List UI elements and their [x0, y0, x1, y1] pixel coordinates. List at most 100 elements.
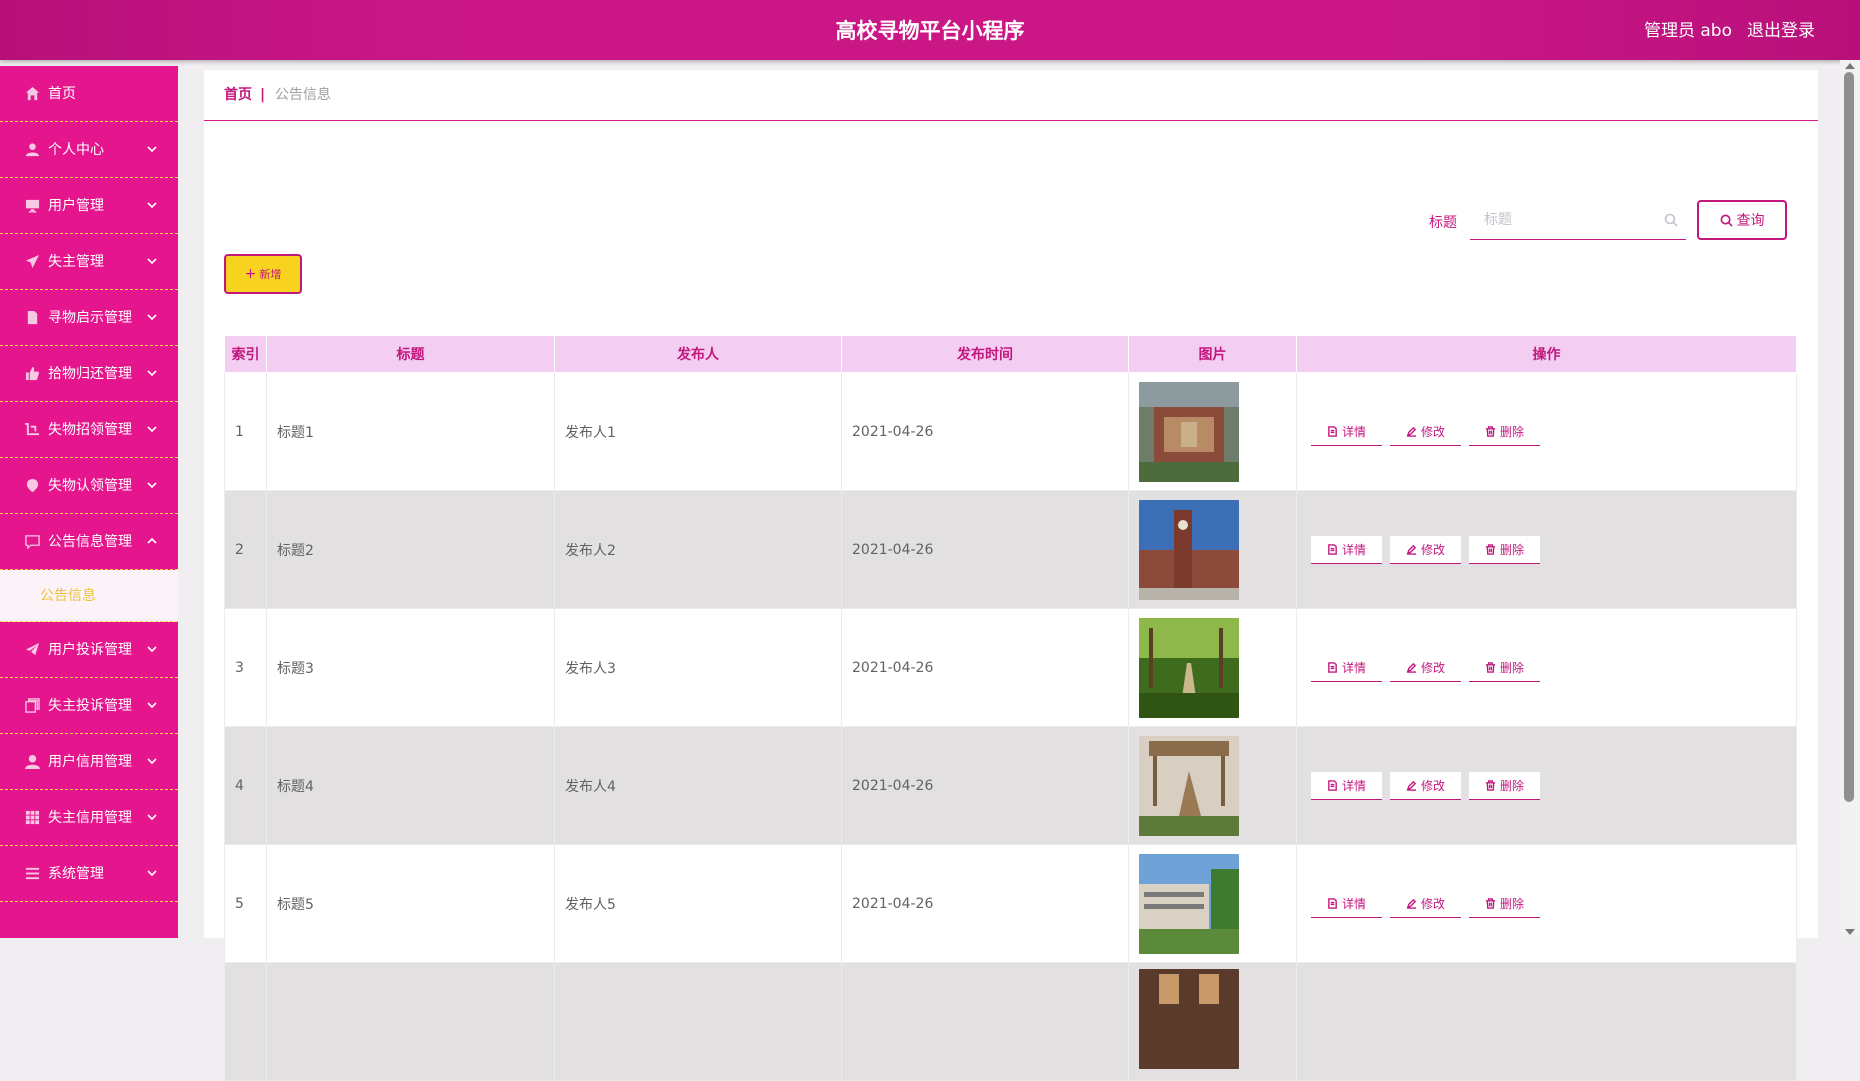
trash-icon [1485, 543, 1496, 555]
delete-button[interactable]: 删除 [1469, 417, 1540, 446]
sidebar-item-claim[interactable]: 失物认领管理 [0, 458, 178, 514]
breadcrumb-separator: | [260, 87, 266, 103]
cell-time: 2021-04-26 [841, 726, 1129, 845]
cell-publisher [554, 962, 842, 1081]
delete-button[interactable]: 删除 [1469, 771, 1540, 800]
delete-label: 删除 [1499, 896, 1524, 911]
detail-button[interactable]: 详情 [1311, 771, 1382, 800]
edit-label: 修改 [1420, 542, 1445, 557]
table-row: 3 标题3 发布人3 2021-04-26 详情 修改 删除 [224, 608, 1797, 727]
delete-button[interactable]: 删除 [1469, 535, 1540, 564]
logout-link[interactable]: 退出登录 [1747, 0, 1815, 62]
sidebar-item-label: 个人中心 [48, 142, 104, 158]
scroll-up-arrow-icon[interactable] [1845, 63, 1855, 69]
search-input[interactable] [1470, 200, 1666, 240]
add-button-label: 新增 [259, 268, 282, 281]
page-scrollbar[interactable] [1840, 60, 1860, 938]
delete-label: 删除 [1499, 660, 1524, 675]
column-header-actions: 操作 [1296, 335, 1797, 373]
table-row: 2 标题2 发布人2 2021-04-26 详情 修改 删除 [224, 490, 1797, 609]
sidebar-item-system[interactable]: 系统管理 [0, 846, 178, 902]
grid-icon [24, 809, 40, 825]
edit-label: 修改 [1420, 778, 1445, 793]
column-header-index: 索引 [224, 335, 267, 373]
cell-actions: 详情 修改 删除 [1296, 726, 1797, 845]
cell-index: 3 [224, 608, 267, 727]
current-user: 管理员 abo [1643, 21, 1732, 41]
sidebar-item-personal[interactable]: 个人中心 [0, 122, 178, 178]
sidebar-item-owner-credit[interactable]: 失主信用管理 [0, 790, 178, 846]
notice-table: 索引 标题 发布人 发布时间 图片 操作 1 标题1 发布人1 2021-04-… [224, 335, 1797, 1081]
sidebar-item-lost-notice[interactable]: 寻物启示管理 [0, 290, 178, 346]
edit-button[interactable]: 修改 [1390, 889, 1461, 918]
main-panel: 首页 | 公告信息 标题 查询 + 新增 索引 标题 [204, 70, 1818, 1081]
document-icon [1328, 543, 1337, 555]
chevron-down-icon [146, 811, 158, 823]
edit-button[interactable]: 修改 [1390, 535, 1461, 564]
sidebar-subitem-notice[interactable]: 公告信息 [0, 570, 178, 622]
sidebar-item-users[interactable]: 用户管理 [0, 178, 178, 234]
sidebar-item-label: 失主管理 [48, 254, 104, 270]
cell-index: 2 [224, 490, 267, 609]
thumbnail-building[interactable] [1139, 853, 1239, 954]
delete-button[interactable]: 删除 [1469, 653, 1540, 682]
cell-publisher: 发布人3 [554, 608, 842, 727]
thumbnail-interior[interactable] [1139, 969, 1239, 1069]
scroll-down-arrow-icon[interactable] [1845, 929, 1855, 935]
chevron-down-icon [146, 699, 158, 711]
thumbnail-campus-aerial[interactable] [1139, 381, 1239, 482]
add-button[interactable]: + 新增 [224, 254, 302, 294]
detail-button[interactable]: 详情 [1311, 535, 1382, 564]
table-row: 4 标题4 发布人4 2021-04-26 详情 修改 删除 [224, 726, 1797, 845]
breadcrumb-home[interactable]: 首页 [224, 70, 252, 120]
thumbnail-sculpture[interactable] [1139, 735, 1239, 836]
scrollbar-thumb[interactable] [1844, 72, 1854, 802]
detail-button[interactable]: 详情 [1311, 889, 1382, 918]
table-header-row: 索引 标题 发布人 发布时间 图片 操作 [224, 335, 1797, 373]
list-icon [24, 865, 40, 881]
sidebar-item-owners[interactable]: 失主管理 [0, 234, 178, 290]
column-header-publisher: 发布人 [554, 335, 842, 373]
cell-image [1128, 844, 1297, 963]
edit-button[interactable]: 修改 [1390, 771, 1461, 800]
crop-icon [24, 421, 40, 437]
cell-index: 4 [224, 726, 267, 845]
thumbnail-clock-tower[interactable] [1139, 499, 1239, 600]
sidebar-item-user-complaints[interactable]: 用户投诉管理 [0, 622, 178, 678]
chevron-down-icon [146, 143, 158, 155]
trash-icon [1485, 779, 1496, 791]
trash-icon [1485, 425, 1496, 437]
cell-publisher: 发布人2 [554, 490, 842, 609]
edit-button[interactable]: 修改 [1390, 417, 1461, 446]
detail-button[interactable]: 详情 [1311, 653, 1382, 682]
location-icon [24, 477, 40, 493]
detail-label: 详情 [1341, 542, 1366, 557]
cell-image [1128, 962, 1297, 1081]
query-button[interactable]: 查询 [1697, 200, 1787, 240]
user-icon [24, 141, 40, 157]
detail-button[interactable]: 详情 [1311, 417, 1382, 446]
cell-publisher: 发布人1 [554, 372, 842, 491]
chevron-down-icon [146, 255, 158, 267]
sidebar-item-found[interactable]: 失物招领管理 [0, 402, 178, 458]
cell-time [841, 962, 1129, 1081]
top-header: 高校寻物平台小程序 管理员 abo 退出登录 [0, 0, 1860, 60]
sidebar-item-user-credit[interactable]: 用户信用管理 [0, 734, 178, 790]
detail-label: 详情 [1341, 660, 1366, 675]
table-row: 5 标题5 发布人5 2021-04-26 详情 修改 删除 [224, 844, 1797, 963]
thumbnail-tree-path[interactable] [1139, 617, 1239, 718]
sidebar-item-return[interactable]: 拾物归还管理 [0, 346, 178, 402]
table-row: 1 标题1 发布人1 2021-04-26 详情 修改 删除 [224, 372, 1797, 491]
sidebar-item-owner-complaints[interactable]: 失主投诉管理 [0, 678, 178, 734]
sidebar-item-notice-management[interactable]: 公告信息管理 [0, 514, 178, 570]
cell-title: 标题4 [266, 726, 555, 845]
edit-button[interactable]: 修改 [1390, 653, 1461, 682]
document-icon [1328, 661, 1337, 673]
edit-icon [1406, 662, 1417, 673]
sidebar-item-label: 公告信息管理 [48, 534, 132, 550]
chevron-down-icon [146, 755, 158, 767]
cell-actions: 详情 修改 删除 [1296, 372, 1797, 491]
cell-title: 标题5 [266, 844, 555, 963]
delete-button[interactable]: 删除 [1469, 889, 1540, 918]
sidebar-item-home[interactable]: 首页 [0, 66, 178, 122]
